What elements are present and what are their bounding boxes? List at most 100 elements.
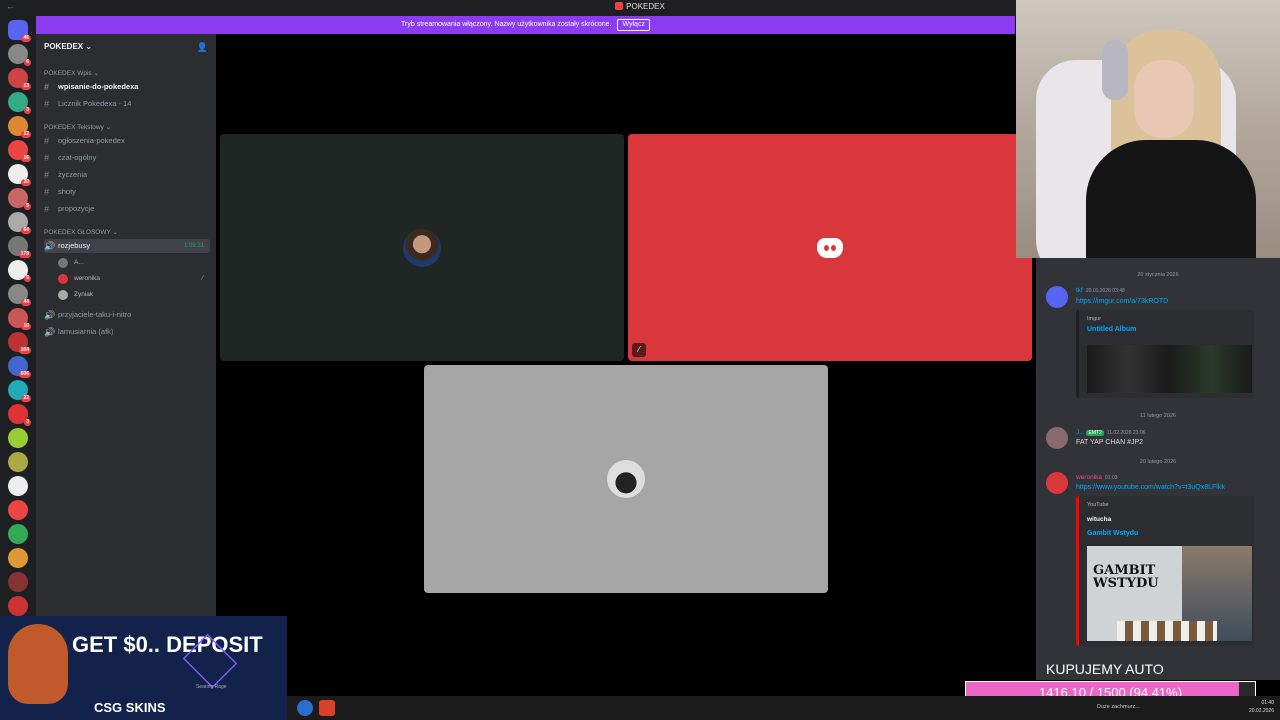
avatar[interactable] [1046, 472, 1068, 494]
channel-wpisanie[interactable]: # wpisanie-do-pokedexa [44, 80, 210, 94]
server-icon[interactable]: 64 [8, 212, 31, 234]
server-icon[interactable]: 606 [8, 356, 31, 378]
unread-badge: 3 [24, 107, 31, 114]
message-link[interactable]: https://imgur.com/a/73kROTD [1076, 298, 1168, 305]
hash-icon: # [44, 153, 50, 163]
discord-logo-icon [817, 237, 843, 258]
category-glosowy[interactable]: POKEDEX GŁOSOWY ⌄ [44, 228, 118, 236]
embed-image[interactable] [1087, 345, 1252, 393]
thumbnail-text: GAMBIT WSTYDU [1093, 563, 1159, 591]
server-icon[interactable] [8, 500, 28, 520]
participant-tile[interactable] [220, 134, 624, 361]
unread-badge: 22 [21, 395, 31, 402]
unread-badge: 179 [18, 251, 31, 258]
channel-zyczenia[interactable]: # życzenia [44, 168, 210, 182]
headset [1102, 40, 1128, 100]
server-icon[interactable]: 44 [8, 284, 31, 306]
muted-mic-icon: ⁄ [202, 275, 204, 282]
server-icon[interactable]: 10 [8, 308, 31, 330]
category-tekstowy[interactable]: POKEDEX Tekstowy ⌄ [44, 123, 111, 131]
avatar[interactable] [1046, 427, 1068, 449]
muted-mic-icon: ⁄ [632, 343, 646, 357]
embed-provider: YouTube [1087, 502, 1109, 508]
server-icon[interactable]: 13 [8, 68, 31, 90]
date-divider: 20 stycznia 2026 [1137, 272, 1179, 278]
server-icon[interactable]: 22 [8, 380, 31, 402]
server-icon[interactable]: 46 [8, 20, 31, 42]
weather-text[interactable]: Duże zachmurz... [1097, 704, 1140, 710]
channel-propozycje[interactable]: # propozycje [44, 202, 210, 216]
voice-user[interactable]: weronika ⁄ [58, 272, 203, 286]
streamer-body [1086, 140, 1256, 258]
server-icon[interactable]: 5 [8, 260, 31, 282]
unread-badge: 6 [24, 59, 31, 66]
server-icon[interactable]: 3 [8, 92, 31, 114]
server-icon[interactable] [8, 596, 28, 616]
hash-icon: # [44, 136, 50, 146]
server-icon[interactable]: 3 [8, 404, 31, 426]
server-icon[interactable]: 20 [8, 164, 31, 186]
avatar [58, 290, 68, 300]
voice-user[interactable]: A... [58, 256, 84, 270]
embed-title[interactable]: Gambit Wstydu [1087, 530, 1138, 537]
embed-author[interactable]: witucha [1087, 516, 1111, 523]
clock[interactable]: 01:40 20.02.2026 [1249, 699, 1274, 715]
message-author[interactable]: tkf 20.01.2026 03:48 [1076, 287, 1125, 294]
avatar [607, 460, 645, 498]
banner-text: Tryb streamowania włączony. Nazwy użytko… [401, 21, 612, 28]
server-icon[interactable] [8, 548, 28, 568]
channel-czat-ogolny[interactable]: # czat-ogólny [44, 151, 210, 165]
voice-channel-lamusiarnia[interactable]: 🔊 lamusiarnia (afk) [44, 325, 210, 339]
disable-streamer-mode-button[interactable]: Wyłącz [617, 19, 650, 31]
unread-badge: 104 [18, 347, 31, 354]
voice-user[interactable]: Zyniak [58, 288, 93, 302]
channel-ogloszenia[interactable]: # ogłoszenia-pokedex [44, 134, 210, 148]
server-name-dropdown[interactable]: POKEDEX ⌄ [44, 42, 92, 51]
participant-tile[interactable]: ⁄ [628, 134, 1032, 361]
avatar [58, 274, 68, 284]
avatar [58, 258, 68, 268]
goal-title: KUPUJEMY AUTO [1046, 661, 1164, 677]
link-embed: Imgur Untitled Album [1076, 310, 1254, 398]
avatar[interactable] [1046, 286, 1068, 308]
server-icon[interactable] [8, 524, 28, 544]
add-member-icon[interactable]: 👤 [197, 42, 208, 53]
participant-tile[interactable] [424, 365, 828, 593]
embed-title[interactable]: Untitled Album [1087, 326, 1137, 333]
server-icon[interactable]: 104 [8, 332, 31, 354]
streamer-mode-banner: Tryb streamowania włączony. Nazwy użytko… [36, 16, 1015, 34]
message-link[interactable]: https://www.youtube.com/watch?v=t3uQx8LF… [1076, 484, 1225, 491]
unread-badge: 46 [21, 35, 31, 42]
streamer-webcam [1016, 0, 1280, 258]
server-rail: 46 6 13 3 12 16 20 5 64 179 5 44 10 104 606 22 3 [0, 16, 36, 616]
server-icon[interactable]: 179 [8, 236, 31, 258]
video-thumbnail[interactable]: GAMBIT WSTYDU [1087, 546, 1252, 641]
call-timer: 1:09:31 [183, 243, 204, 249]
channel-shoty[interactable]: # shoty [44, 185, 210, 199]
voice-channel-rozjebusy[interactable]: 🔊 rozjebusy 1:09:31 [44, 239, 210, 253]
unread-badge: 10 [21, 323, 31, 330]
message-author[interactable]: J... EMT2 11.02.2026 23:06 [1076, 429, 1145, 436]
skin-label: Searing Rage [196, 684, 227, 690]
brave-icon[interactable] [319, 700, 335, 716]
server-icon[interactable] [8, 476, 28, 496]
server-icon[interactable] [8, 572, 28, 592]
channel-licznik[interactable]: # Licznik Pokedexa - 14 [44, 97, 210, 111]
avatar [403, 228, 441, 267]
voice-channel-przyjaciele[interactable]: 🔊 przyjaciele-taku-i-nitro [44, 308, 210, 322]
server-icon[interactable]: 16 [8, 140, 31, 162]
server-icon[interactable]: 12 [8, 116, 31, 138]
browser-icon[interactable] [297, 700, 313, 716]
server-icon[interactable]: 5 [8, 188, 31, 210]
date-divider: 11 lutego 2026 [1140, 413, 1176, 419]
channel-sidebar: POKEDEX ⌄ 👤 POKEDEX Wpis ⌄ # wpisanie-do-… [36, 34, 216, 616]
server-icon[interactable] [8, 428, 28, 448]
category-wpis[interactable]: POKEDEX Wpis ⌄ [44, 69, 99, 77]
hash-icon: # [44, 170, 50, 180]
server-icon[interactable] [8, 452, 28, 472]
server-icon[interactable]: 6 [8, 44, 31, 66]
unread-badge: 44 [21, 299, 31, 306]
hash-icon: # [44, 82, 50, 92]
voice-call-area: ⁄ [216, 34, 1036, 696]
message-author[interactable]: weronika 01:03 [1076, 474, 1118, 481]
